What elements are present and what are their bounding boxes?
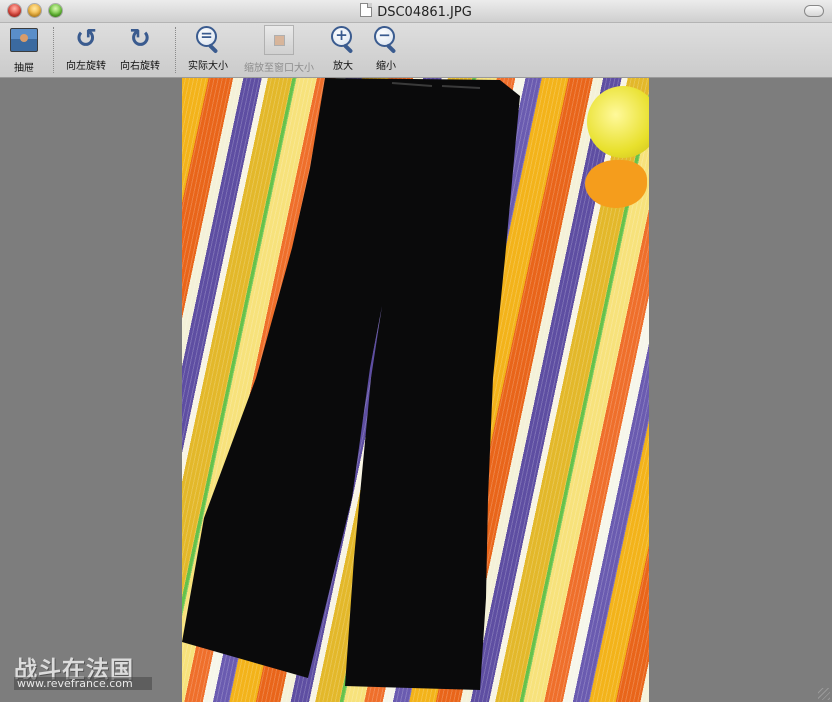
window-title-area: DSC04861.JPG: [0, 3, 832, 20]
toolbar-toggle-button[interactable]: [804, 5, 824, 17]
zoom-out-label: 缩小: [376, 61, 396, 72]
zoom-out-icon: −: [372, 25, 400, 54]
rotate-left-icon: ↺: [75, 24, 97, 54]
rotate-right-icon: ↻: [129, 24, 151, 54]
zoom-to-fit-icon: [264, 25, 294, 55]
actual-size-label: 实际大小: [188, 61, 228, 72]
actual-size-button[interactable]: = 实际大小: [185, 25, 231, 72]
rotate-right-label: 向右旋转: [120, 61, 160, 72]
watermark-url: www.revefrance.com: [14, 677, 152, 690]
toolbar: 抽屉 ↺ 向左旋转 ↻ 向右旋转 = 实际大小 缩放至窗口大小 + 放大 − 缩…: [0, 23, 832, 78]
drawer-icon: [10, 28, 38, 52]
drawer-button[interactable]: 抽屉: [8, 25, 40, 74]
toolbar-separator: [53, 27, 54, 73]
rotate-left-button[interactable]: ↺ 向左旋转: [63, 25, 109, 72]
zoom-in-icon: +: [329, 25, 357, 54]
rotate-right-button[interactable]: ↻ 向右旋转: [117, 25, 163, 72]
zoom-in-label: 放大: [333, 61, 353, 72]
zoom-out-button[interactable]: − 缩小: [372, 25, 400, 72]
window-title: DSC04861.JPG: [377, 5, 472, 20]
drawer-label: 抽屉: [14, 63, 34, 74]
zoom-to-fit-button[interactable]: 缩放至窗口大小: [239, 25, 319, 74]
photo-image: [182, 78, 649, 702]
rotate-left-label: 向左旋转: [66, 61, 106, 72]
document-icon: [360, 3, 373, 17]
actual-size-icon: =: [194, 25, 222, 54]
resize-grip[interactable]: [818, 688, 830, 700]
zoom-in-button[interactable]: + 放大: [329, 25, 357, 72]
zoom-to-fit-label: 缩放至窗口大小: [244, 63, 314, 74]
title-bar: DSC04861.JPG: [0, 0, 832, 23]
toolbar-separator: [175, 27, 176, 73]
black-pants: [182, 78, 520, 690]
